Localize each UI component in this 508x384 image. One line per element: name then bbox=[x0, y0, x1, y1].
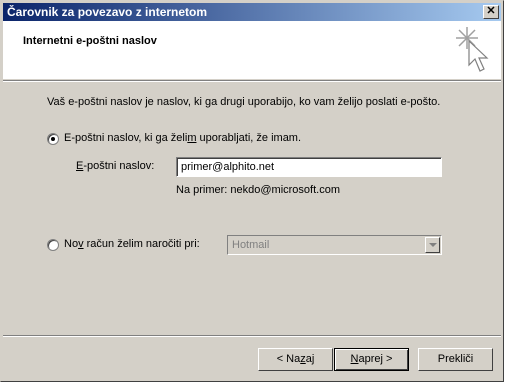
intro-text: Vaš e-poštni naslov je naslov, ki ga dru… bbox=[47, 96, 441, 108]
radio-existing-label-part2: uporabljati, že imam. bbox=[196, 132, 302, 144]
header-separator bbox=[3, 80, 501, 82]
window-title: Čarovnik za povezavo z internetom bbox=[7, 5, 208, 19]
back-button-part2: aj bbox=[305, 353, 315, 365]
footer-separator bbox=[3, 335, 501, 337]
back-button[interactable]: < Nazaj bbox=[258, 348, 333, 371]
wizard-header: Internetni e-poštni naslov bbox=[3, 21, 501, 79]
provider-select-value: Hotmail bbox=[232, 239, 270, 251]
cancel-button[interactable]: Prekliči bbox=[418, 348, 493, 371]
email-field-label: E-poštni naslov: bbox=[76, 160, 154, 172]
next-button[interactable]: Naprej > bbox=[334, 348, 409, 371]
next-button-accel: N bbox=[350, 353, 359, 365]
title-bar[interactable]: Čarovnik za povezavo z internetom ✕ bbox=[3, 3, 501, 21]
email-field[interactable]: primer@alphito.net bbox=[176, 157, 442, 177]
radio-existing-address[interactable] bbox=[47, 133, 59, 145]
radio-existing-label-part1: E-poštni naslov, ki ga želi bbox=[64, 132, 188, 144]
radio-new-account[interactable] bbox=[47, 239, 59, 251]
next-button-rest: aprej > bbox=[358, 353, 393, 365]
close-button[interactable]: ✕ bbox=[483, 5, 499, 19]
close-icon: ✕ bbox=[486, 5, 496, 17]
radio-new-label[interactable]: Nov račun želim naročiti pri: bbox=[64, 238, 200, 250]
wizard-sparkle-cursor-icon bbox=[456, 27, 489, 72]
provider-select[interactable]: Hotmail bbox=[227, 235, 442, 255]
email-field-value: primer@alphito.net bbox=[181, 161, 275, 173]
email-example-text: Na primer: nekdo@microsoft.com bbox=[176, 184, 340, 196]
radio-existing-label[interactable]: E-poštni naslov, ki ga želim uporabljati… bbox=[64, 132, 301, 144]
chevron-down-icon[interactable] bbox=[425, 237, 440, 253]
back-button-part1: < Na bbox=[276, 353, 301, 365]
page-title: Internetni e-poštni naslov bbox=[23, 35, 157, 47]
radio-new-label-part1: No bbox=[64, 238, 79, 250]
wizard-window: Čarovnik za povezavo z internetom ✕ Inte… bbox=[0, 0, 504, 382]
email-field-label-rest: -poštni naslov: bbox=[83, 160, 155, 172]
radio-new-label-part2: račun želim naročiti pri: bbox=[83, 238, 200, 250]
